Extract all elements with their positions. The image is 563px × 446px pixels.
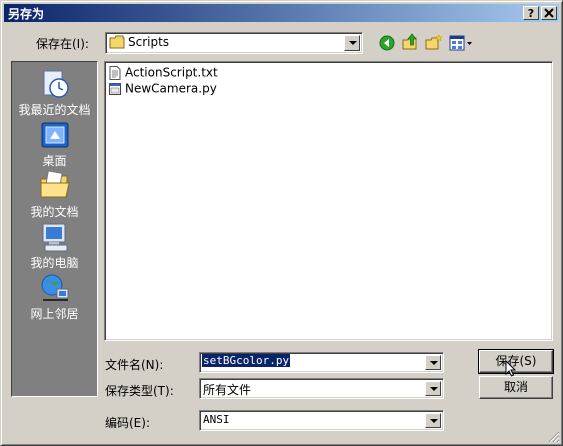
save-in-dropdown-button[interactable] [344, 35, 360, 51]
place-label: 我的文档 [30, 205, 79, 219]
filename-value: setBGcolor.py [202, 354, 291, 367]
list-item[interactable]: ActionScript.txt [109, 65, 218, 81]
close-icon [544, 8, 554, 18]
file-name: NewCamera.py [125, 81, 217, 96]
save-in-combo[interactable]: Scripts [105, 32, 363, 54]
new-folder-icon[interactable] [425, 34, 443, 51]
folder-icon [109, 35, 125, 49]
filename-input[interactable]: setBGcolor.py [199, 352, 444, 373]
place-label: 我的电脑 [30, 256, 79, 270]
title-bar[interactable]: 另存为 ? [4, 4, 559, 22]
help-button[interactable]: ? [523, 6, 539, 20]
file-type-dropdown-button[interactable] [425, 381, 441, 396]
place-desktop[interactable]: 桌面 [12, 119, 97, 169]
close-button[interactable] [541, 6, 557, 20]
place-label: 我最近的文档 [18, 103, 91, 117]
view-menu-icon[interactable] [449, 35, 473, 51]
place-my-documents[interactable]: 我的文档 [12, 170, 97, 220]
my-documents-icon [40, 170, 70, 198]
type-label: 保存类型(T): [105, 384, 174, 398]
window-title: 另存为 [8, 7, 45, 21]
mouse-cursor-icon [505, 360, 517, 377]
text-file-icon [109, 65, 121, 80]
file-list[interactable]: ActionScript.txt NewCamera.py [104, 61, 553, 341]
python-file-icon [109, 82, 121, 95]
cancel-button[interactable]: 取消 [479, 376, 553, 399]
filename-dropdown-button[interactable] [425, 355, 441, 370]
place-network[interactable]: 网上邻居 [12, 272, 97, 322]
back-icon[interactable] [379, 35, 395, 51]
list-item[interactable]: NewCamera.py [109, 81, 217, 97]
my-computer-icon [42, 223, 67, 252]
encoding-select[interactable]: ANSI [199, 410, 444, 431]
encoding-value: ANSI [203, 413, 230, 426]
filename-label: 文件名(N): [105, 358, 164, 372]
encoding-dropdown-button[interactable] [425, 413, 441, 428]
desktop-icon [41, 122, 68, 148]
recent-documents-icon [43, 70, 69, 98]
file-type-select[interactable]: 所有文件 [199, 378, 444, 399]
places-bar: 我最近的文档 桌面 我的文档 我的电脑 网上邻居 [11, 61, 98, 397]
network-places-icon [41, 274, 68, 301]
place-recent-documents[interactable]: 我最近的文档 [12, 68, 97, 118]
place-my-computer[interactable]: 我的电脑 [12, 221, 97, 271]
save-in-value: Scripts [128, 35, 170, 49]
encoding-label: 编码(E): [105, 416, 150, 430]
file-name: ActionScript.txt [125, 65, 218, 80]
save-as-dialog: 另存为 ? 保存在(I): Scripts 我最近的文档 桌面 我的文档 我的电… [0, 0, 563, 446]
up-folder-icon[interactable] [401, 33, 419, 51]
resize-grip-icon[interactable] [548, 431, 560, 443]
save-in-label: 保存在(I): [36, 37, 89, 51]
file-type-value: 所有文件 [203, 383, 252, 397]
place-label: 桌面 [42, 154, 67, 168]
place-label: 网上邻居 [30, 307, 79, 321]
